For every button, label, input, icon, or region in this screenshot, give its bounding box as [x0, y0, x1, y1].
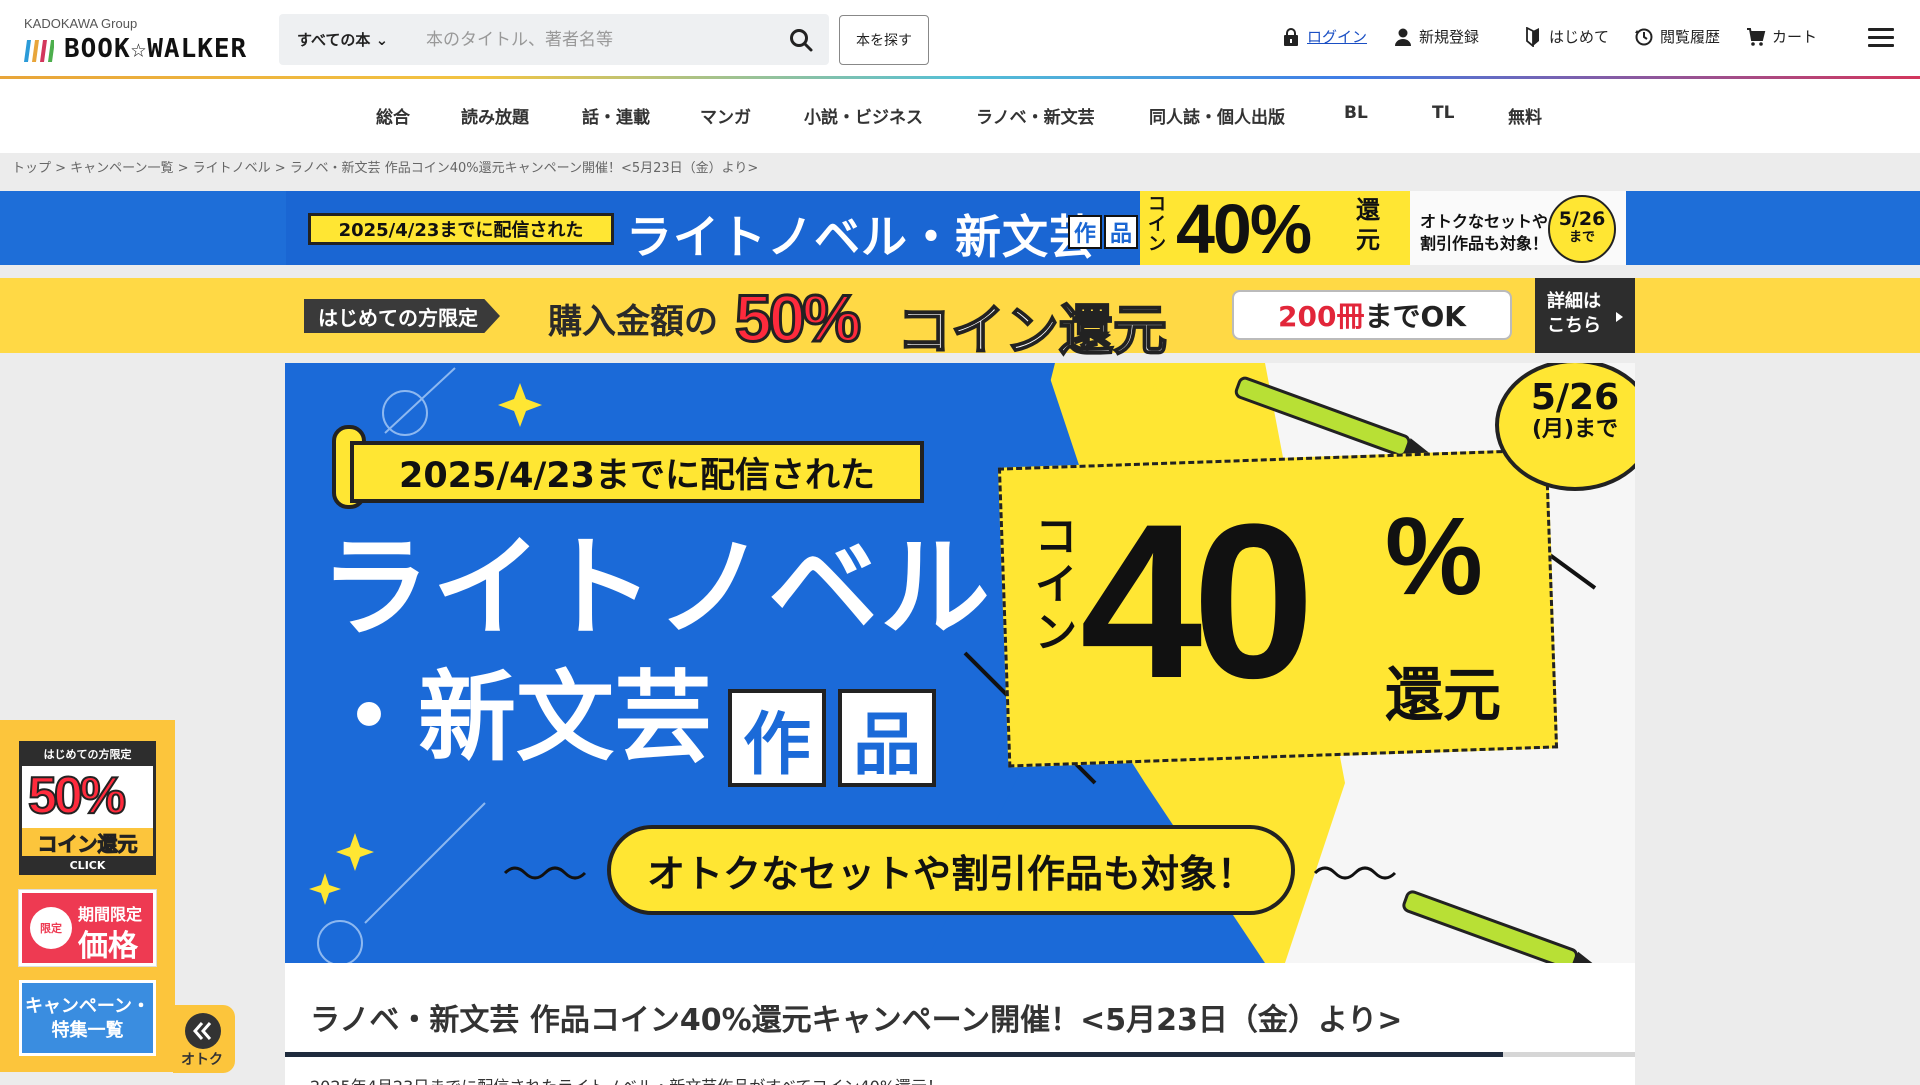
- beginner-mark-icon: [1526, 26, 1539, 47]
- hero-box-1: 作: [728, 689, 826, 787]
- title-underline: [285, 1052, 1635, 1057]
- first-time-link[interactable]: はじめて: [1523, 26, 1609, 47]
- category-light-novel[interactable]: ラノベ・新文芸: [976, 103, 1095, 128]
- hero-coin-label: コイン: [1035, 512, 1078, 657]
- history-icon: [1635, 28, 1653, 45]
- login-link[interactable]: ログイン: [1281, 26, 1367, 47]
- limited-badge-icon: 限定: [30, 907, 72, 949]
- history-link[interactable]: 閲覧履歴: [1634, 26, 1720, 47]
- hero-title-line1: ライトノベル: [320, 524, 992, 652]
- page-title: ラノベ・新文芸 作品コイン40%還元キャンペーン開催！<5月23日（金）より>: [310, 1003, 1403, 1038]
- banner1-box-2: 品: [1104, 215, 1138, 249]
- banner1-tag: 2025/4/23までに配信された: [308, 213, 614, 245]
- find-book-button[interactable]: 本を探す: [839, 15, 929, 65]
- site-header: KADOKAWA Group BOOK☆WALKER すべての本 ⌄ 本を探す …: [0, 0, 1920, 79]
- banner1-coin: コイン: [1148, 194, 1166, 255]
- hero-title-line2: ・新文芸: [320, 661, 713, 775]
- side-panel-toggle[interactable]: オトク: [173, 1005, 235, 1073]
- hero-percent-number: 40: [1080, 478, 1315, 724]
- article-header: ラノベ・新文芸 作品コイン40%還元キャンペーン開催！<5月23日（金）より> …: [285, 963, 1635, 1085]
- category-novel-business[interactable]: 小説・ビジネス: [804, 103, 923, 128]
- logo-group-text: KADOKAWA Group: [24, 16, 138, 31]
- first-time-coin-banner[interactable]: はじめての方限定 購入金額の 50% コイン還元 200冊 までOK 詳細は こちら: [0, 278, 1920, 363]
- hero-pill: オトクなセットや割引作品も対象！: [607, 825, 1295, 915]
- banner1-subtext: オトクなセットや 割引作品も対象！: [1420, 212, 1549, 253]
- banner2-tag: はじめての方限定: [304, 299, 500, 333]
- search-icon[interactable]: [788, 27, 814, 53]
- search-category-select[interactable]: すべての本 ⌄: [297, 29, 388, 50]
- search-input[interactable]: [426, 14, 766, 65]
- banner1-date-badge: 5/26 まで: [1548, 195, 1616, 263]
- category-nav: 総合 読み放題 話・連載 マンガ 小説・ビジネス ラノベ・新文芸 同人誌・個人出…: [0, 79, 1920, 153]
- banner1-percent: 40%: [1176, 191, 1312, 265]
- chevron-right-icon: [1616, 312, 1623, 322]
- article-body: 2025年4月23日までに配信されたライトノベル・新文芸作品がすべてコイン40%…: [310, 1073, 943, 1085]
- side-campaign-list-card[interactable]: キャンペーン・ 特集一覧: [19, 980, 156, 1056]
- cart-link[interactable]: カート: [1746, 26, 1817, 47]
- signup-link[interactable]: 新規登録: [1393, 26, 1479, 47]
- category-unlimited[interactable]: 読み放題: [461, 103, 529, 128]
- banner1-title: ライトノベル・新文芸: [626, 210, 1096, 264]
- cart-icon: [1747, 27, 1766, 46]
- logo-bars-icon: [24, 40, 54, 62]
- hamburger-menu-icon[interactable]: [1868, 28, 1894, 48]
- hero-kangen: 還元: [1385, 661, 1502, 729]
- category-tl[interactable]: TL: [1432, 103, 1454, 123]
- user-icon: [1395, 28, 1411, 46]
- banner2-text1: 購入金額の: [548, 302, 718, 342]
- banner2-percent: 50%: [733, 280, 862, 357]
- category-manga[interactable]: マンガ: [700, 103, 751, 128]
- category-free[interactable]: 無料: [1508, 103, 1542, 128]
- side-promo-panel: はじめての方限定 50% コイン還元 CLICK 限定 期間限定 価格 キャンペ…: [0, 720, 175, 1072]
- side-limited-price-card[interactable]: 限定 期間限定 価格: [18, 889, 157, 967]
- hero-percent-sign: %: [1385, 495, 1483, 618]
- category-bl[interactable]: BL: [1344, 103, 1368, 123]
- banner2-text2: コイン還元: [896, 298, 1168, 363]
- side-coin-campaign-card[interactable]: はじめての方限定 50% コイン還元 CLICK: [19, 741, 156, 875]
- banner2-detail-button[interactable]: 詳細は こちら: [1535, 278, 1635, 353]
- campaign-banner-small[interactable]: 2025/4/23までに配信された ライトノベル・新文芸 作 品 コイン 40%…: [0, 191, 1920, 265]
- banner1-kangen: 還元: [1356, 196, 1380, 254]
- banner2-limit-pill: 200冊 までOK: [1232, 290, 1512, 340]
- hero-tag: 2025/4/23までに配信された: [350, 441, 924, 503]
- category-episodes[interactable]: 話・連載: [582, 103, 650, 128]
- site-logo[interactable]: KADOKAWA Group BOOK☆WALKER: [22, 16, 262, 64]
- breadcrumb[interactable]: トップ > キャンペーン一覧 > ライトノベル > ラノベ・新文芸 作品コイン4…: [12, 157, 758, 176]
- banner1-box-1: 作: [1068, 215, 1102, 249]
- hero-box-2: 品: [838, 689, 936, 787]
- search-bar: すべての本 ⌄: [279, 14, 829, 65]
- hero-campaign-image: 2025/4/23までに配信された ライトノベル ・新文芸 作 品 コイン 40…: [285, 363, 1635, 963]
- category-all[interactable]: 総合: [376, 103, 410, 128]
- category-doujin[interactable]: 同人誌・個人出版: [1149, 103, 1285, 128]
- double-chevron-left-icon: [185, 1013, 221, 1049]
- lock-icon: [1284, 27, 1298, 46]
- logo-wordmark: BOOK☆WALKER: [64, 34, 248, 64]
